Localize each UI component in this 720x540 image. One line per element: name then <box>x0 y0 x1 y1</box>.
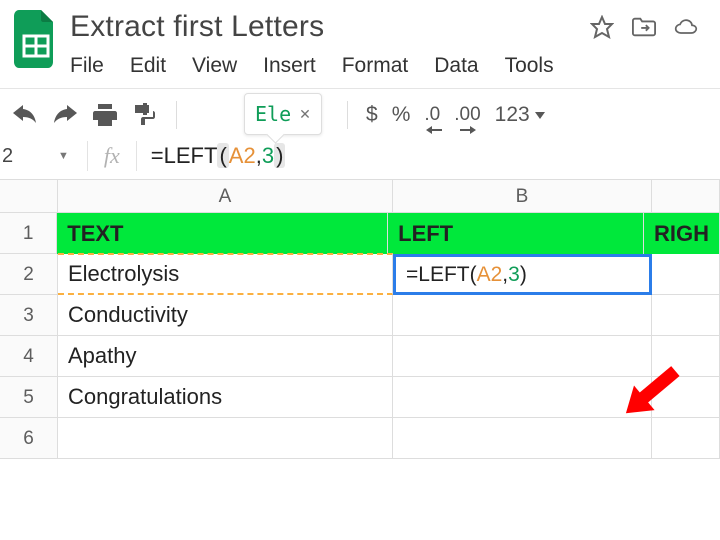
cloud-icon[interactable] <box>674 15 698 39</box>
title-area: Extract first Letters File Edit View Ins… <box>70 10 706 88</box>
row-header-5[interactable]: 5 <box>0 377 58 418</box>
undo-icon[interactable] <box>12 102 38 128</box>
menu-view[interactable]: View <box>192 54 237 78</box>
cell-b3[interactable] <box>393 295 652 336</box>
name-box-dropdown-icon[interactable]: ▼ <box>58 150 69 162</box>
cell-c2[interactable] <box>652 254 720 295</box>
cell-a6[interactable] <box>58 418 393 459</box>
row-header-3[interactable]: 3 <box>0 295 58 336</box>
cell-c3[interactable] <box>652 295 720 336</box>
cell-a1[interactable]: TEXT <box>57 213 388 254</box>
cell-b1[interactable]: LEFT <box>388 213 644 254</box>
decrease-decimal-button[interactable]: .0 <box>424 102 440 128</box>
row-header-4[interactable]: 4 <box>0 336 58 377</box>
cell-c6[interactable] <box>652 418 720 459</box>
cell-b5[interactable] <box>393 377 652 418</box>
cell-a5[interactable]: Congratulations <box>58 377 393 418</box>
percent-button[interactable]: % <box>392 103 411 127</box>
row-header-2[interactable]: 2 <box>0 254 58 295</box>
tooltip-close-icon[interactable]: ✕ <box>299 106 311 123</box>
header: Extract first Letters File Edit View Ins… <box>0 0 720 88</box>
column-header-b[interactable]: B <box>393 180 652 213</box>
star-icon[interactable] <box>590 15 614 39</box>
cell-b4[interactable] <box>393 336 652 377</box>
number-format-button[interactable]: 123 <box>495 103 545 127</box>
document-title[interactable]: Extract first Letters <box>70 10 324 44</box>
menu-insert[interactable]: Insert <box>263 54 316 78</box>
menu-file[interactable]: File <box>70 54 104 78</box>
column-header-a[interactable]: A <box>58 180 393 213</box>
cell-b6[interactable] <box>393 418 652 459</box>
menu-format[interactable]: Format <box>342 54 409 78</box>
move-icon[interactable] <box>632 15 656 39</box>
print-icon[interactable] <box>92 102 118 128</box>
cell-c1[interactable]: RIGH <box>644 213 720 254</box>
cell-b2-selected[interactable]: =LEFT(A2,3) <box>393 254 652 295</box>
formula-input[interactable]: =LEFT(A2,3) <box>137 143 286 169</box>
currency-button[interactable]: $ <box>366 103 378 127</box>
menu-edit[interactable]: Edit <box>130 54 166 78</box>
cell-a3[interactable]: Conductivity <box>58 295 393 336</box>
spreadsheet-grid: A B 1 TEXT LEFT RIGH 2 Electrolysis =LEF… <box>0 179 720 459</box>
increase-decimal-button[interactable]: .00 <box>454 102 480 128</box>
fx-label: fx <box>88 143 136 169</box>
cell-a4[interactable]: Apathy <box>58 336 393 377</box>
menu-tools[interactable]: Tools <box>505 54 554 78</box>
select-all-corner[interactable] <box>0 180 58 213</box>
formula-preview-tooltip: Ele ✕ <box>244 93 322 135</box>
redo-icon[interactable] <box>52 102 78 128</box>
row-header-1[interactable]: 1 <box>0 213 57 254</box>
decrease-decimal-label: .0 <box>424 104 440 126</box>
sheets-logo <box>14 10 58 68</box>
column-header-c[interactable] <box>652 180 720 213</box>
name-box[interactable]: 2 <box>0 145 58 168</box>
menu-data[interactable]: Data <box>434 54 478 78</box>
paint-format-icon[interactable] <box>132 102 158 128</box>
menu-bar: File Edit View Insert Format Data Tools <box>70 44 706 88</box>
number-format-label: 123 <box>495 103 530 127</box>
cell-c4[interactable] <box>652 336 720 377</box>
row-header-6[interactable]: 6 <box>0 418 58 459</box>
toolbar: $ % .0 .00 123 Ele ✕ <box>0 89 720 137</box>
increase-decimal-label: .00 <box>454 104 480 126</box>
tooltip-result: Ele <box>255 102 291 126</box>
cell-a2[interactable]: Electrolysis <box>58 253 393 295</box>
formula-bar: 2 ▼ fx =LEFT(A2,3) <box>0 137 720 179</box>
